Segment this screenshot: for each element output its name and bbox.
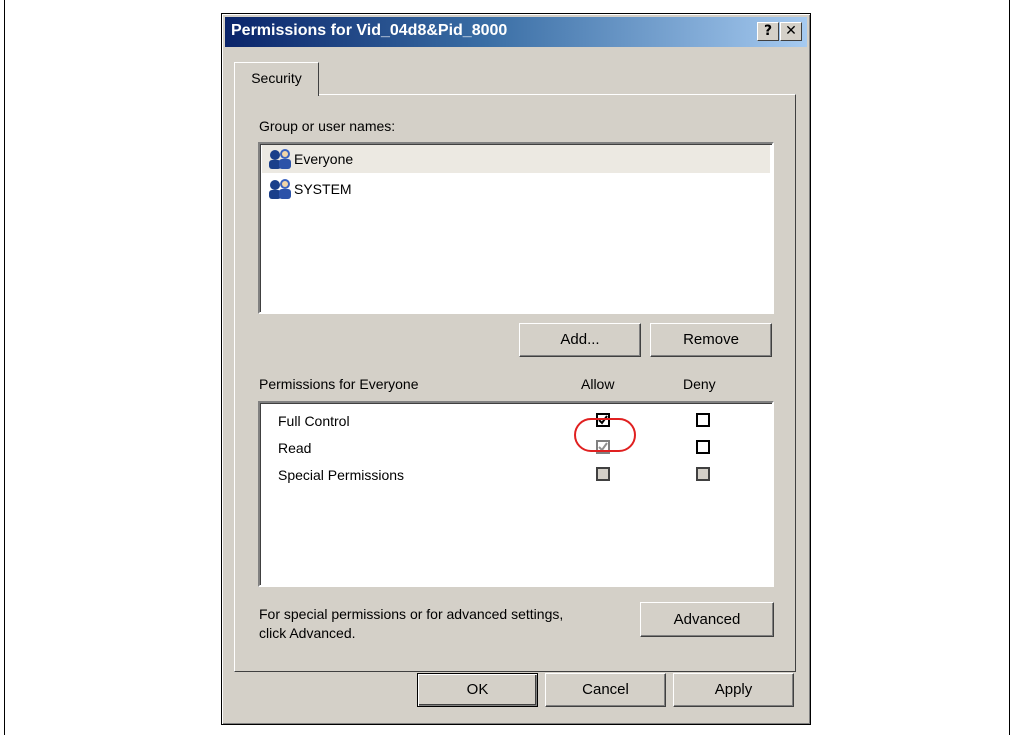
close-button[interactable]: ✕ — [780, 22, 802, 41]
permission-name: Special Permissions — [278, 467, 405, 483]
help-button[interactable]: ? — [757, 22, 779, 41]
remove-button[interactable]: Remove — [650, 323, 772, 357]
deny-column-header: Deny — [683, 376, 716, 392]
list-item-system[interactable]: SYSTEM — [262, 175, 770, 203]
user-group-icon — [269, 179, 291, 199]
permission-name: Read — [278, 440, 312, 456]
allow-column-header: Allow — [581, 376, 615, 392]
apply-button[interactable]: Apply — [673, 673, 794, 707]
read-deny-checkbox[interactable] — [696, 440, 710, 454]
user-list[interactable]: Everyone SYSTEM — [258, 142, 774, 314]
permission-name: Full Control — [278, 413, 350, 429]
cancel-button[interactable]: Cancel — [545, 673, 666, 707]
tab-security[interactable]: Security — [234, 62, 319, 96]
add-button[interactable]: Add... — [519, 323, 641, 357]
full-control-deny-checkbox[interactable] — [696, 413, 710, 427]
user-group-icon — [269, 149, 291, 169]
advanced-hint-line1: For special permissions or for advanced … — [259, 606, 564, 622]
title-bar[interactable]: Permissions for Vid_04d8&Pid_8000 ? ✕ — [225, 17, 807, 47]
permissions-for-label: Permissions for Everyone — [259, 376, 419, 392]
ok-button[interactable]: OK — [417, 673, 538, 707]
group-user-names-label: Group or user names: — [259, 118, 396, 134]
highlight-ring — [574, 418, 636, 452]
window-title: Permissions for Vid_04d8&Pid_8000 — [231, 22, 508, 39]
permissions-dialog: Permissions for Vid_04d8&Pid_8000 ? ✕ Se… — [221, 13, 811, 725]
special-permissions-allow-checkbox[interactable] — [596, 467, 610, 481]
advanced-hint-line2: click Advanced. — [259, 625, 356, 641]
list-item-label: Everyone — [294, 151, 354, 167]
advanced-button[interactable]: Advanced — [640, 602, 774, 637]
list-item-label: SYSTEM — [294, 181, 352, 197]
special-permissions-deny-checkbox[interactable] — [696, 467, 710, 481]
permissions-list: Full Control Read Special Permissions — [258, 401, 774, 587]
list-item-everyone[interactable]: Everyone — [262, 145, 770, 173]
